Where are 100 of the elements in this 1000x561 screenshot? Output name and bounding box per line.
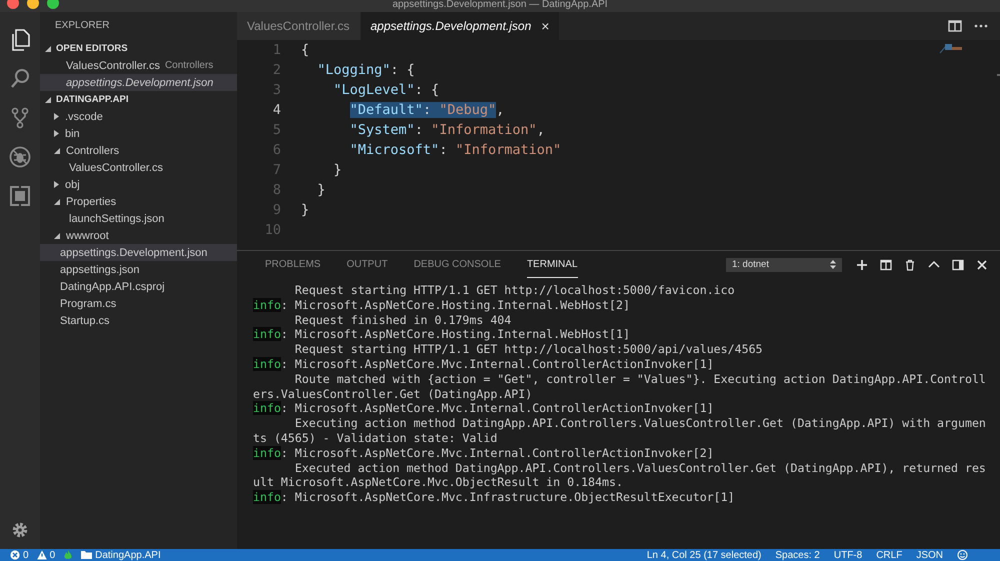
file-item[interactable]: appsettings.Development.json [40,74,237,91]
file-item[interactable]: appsettings.Development.json [40,244,237,261]
file-item[interactable]: Controllers [40,142,237,159]
split-editor-icon[interactable] [948,20,962,32]
extensions-icon[interactable] [10,186,30,206]
terminal-line: info: Microsoft.AspNetCore.Mvc.Internal.ControllerActionInvoker[1] [253,356,714,372]
file-name: ValuesController.cs [69,162,163,174]
file-item[interactable]: obj [40,176,237,193]
section-header[interactable]: DATINGAPP.API [40,91,237,108]
code-line: } [316,182,326,198]
file-item[interactable]: ValuesController.cs [40,159,237,176]
source-control-icon[interactable] [11,106,29,128]
expanded-arrow-icon[interactable] [54,198,60,204]
window-title: appsettings.Development.json — DatingApp.API [392,0,608,10]
status-item[interactable]: 0 [36,550,56,560]
code-line: "System": "Information", [348,122,545,138]
file-name: .vscode [65,110,103,122]
collapsed-arrow-icon[interactable] [54,130,59,137]
panel-layout-icon[interactable] [952,258,964,270]
code-line: } [301,202,310,218]
file-item[interactable]: Program.cs [40,295,237,312]
line-number: 3 [272,82,281,98]
expanded-arrow-icon[interactable] [45,46,51,52]
line-number: 1 [272,42,281,58]
terminal-line: info: Microsoft.AspNetCore.Hosting.Internal.WebHost[2] [253,298,630,313]
terminal-line: info: Microsoft.AspNetCore.Mvc.Infrastructure.ObjectResultExecutor[1] [253,490,735,505]
search-icon[interactable] [10,68,30,90]
smiley-icon[interactable] [957,550,968,560]
status-item[interactable]: JSON [916,550,943,560]
terminal-line: Executing action method DatingApp.API.Controllers.ValuesController.Get (DatingApp.API) with argumen [294,416,986,431]
terminal-line: info: Microsoft.AspNetCore.Hosting.Internal.WebHost[1] [253,327,630,342]
close-icon[interactable] [976,258,988,270]
plus-icon[interactable] [856,258,868,270]
file-item[interactable]: bin [40,125,237,142]
file-name: Program.cs [60,298,116,310]
line-number: 6 [272,142,281,158]
split-terminal-icon[interactable] [880,258,892,270]
dropdown-arrows-icon [830,260,836,269]
status-item[interactable]: DatingApp.API [81,550,161,560]
more-icon[interactable] [974,24,988,28]
status-item[interactable]: 0 [10,550,29,560]
window-control-icon[interactable] [7,0,19,9]
editor-tab[interactable]: ValuesController.cs [237,12,360,40]
expanded-arrow-icon[interactable] [54,232,60,238]
file-name: DatingApp.API.csproj [60,280,165,292]
line-number: 4 [272,102,281,118]
terminal-dropdown[interactable]: 1: dotnet [726,258,842,272]
tab-label: appsettings.Development.json [370,19,532,33]
code-line: "Logging": { [316,62,415,78]
status-item[interactable]: Spaces: 2 [775,550,820,560]
file-item[interactable]: ValuesController.cs Controllers [40,57,237,74]
no-bug-icon[interactable] [9,146,31,168]
file-item[interactable]: .vscode [40,108,237,125]
terminal-line: Request starting HTTP/1.1 GET http://localhost:5000/favicon.ico [294,283,735,298]
window-control-icon[interactable] [27,0,39,9]
expanded-arrow-icon[interactable] [45,96,51,102]
panel-tab[interactable]: TERMINAL [526,251,578,278]
status-item[interactable]: CRLF [876,550,902,560]
terminal-line: info: Microsoft.AspNetCore.Mvc.Internal.ControllerActionInvoker[1] [253,401,714,416]
code-line: "LogLevel": { [332,82,440,98]
files-icon[interactable] [10,28,30,50]
terminal-line: ult Microsoft.AspNetCore.Mvc.ObjectResult in 0.184ms. [253,475,623,490]
file-item[interactable]: Startup.cs [40,312,237,329]
terminal-line: Route matched with {action = "Get", controller = "Values"}. Executing action DatingApp.API.Controll [294,372,986,387]
file-item[interactable]: DatingApp.API.csproj [40,278,237,295]
settings-icon[interactable] [11,520,29,538]
file-name: appsettings.Development.json [60,246,208,258]
file-item[interactable]: Properties [40,193,237,210]
close-button[interactable]: × [541,18,550,34]
panel-tab[interactable]: DEBUG CONSOLE [414,251,501,278]
line-number: 9 [272,202,281,218]
chevron-up-icon[interactable] [928,258,940,270]
file-item[interactable]: wwwroot [40,227,237,244]
line-number: 8 [272,182,281,198]
line-number: 5 [272,122,281,138]
terminal-line: Request finished in 0.179ms 404 [294,312,512,328]
file-name: Properties [66,196,116,208]
file-item[interactable]: launchSettings.json [40,210,237,227]
panel-tab[interactable]: PROBLEMS [265,251,321,278]
collapsed-arrow-icon[interactable] [54,113,59,120]
file-name: appsettings.json [60,264,140,276]
editor-tab[interactable]: appsettings.Development.json × [360,12,560,40]
minimap-drawing [938,42,964,54]
panel-tab[interactable]: OUTPUT [346,251,388,278]
expanded-arrow-icon[interactable] [54,148,60,154]
window-control-icon[interactable] [47,0,59,9]
collapsed-arrow-icon[interactable] [54,181,59,188]
file-name: wwwroot [66,230,109,242]
code-line: "Default": "Debug", [348,102,504,118]
file-item[interactable]: appsettings.json [40,261,237,278]
code-line: { [301,42,310,58]
status-item[interactable]: Ln 4, Col 25 (17 selected) [646,550,762,560]
section-header[interactable]: OPEN EDITORS [40,40,237,57]
sidebar-title: EXPLORER [54,19,110,33]
trash-icon[interactable] [904,258,916,270]
code-line: } [332,162,342,178]
status-item[interactable]: UTF-8 [834,550,862,560]
file-name: ValuesController.cs [66,60,160,72]
file-name: appsettings.Development.json [66,76,214,88]
tab-label: ValuesController.cs [247,19,350,33]
